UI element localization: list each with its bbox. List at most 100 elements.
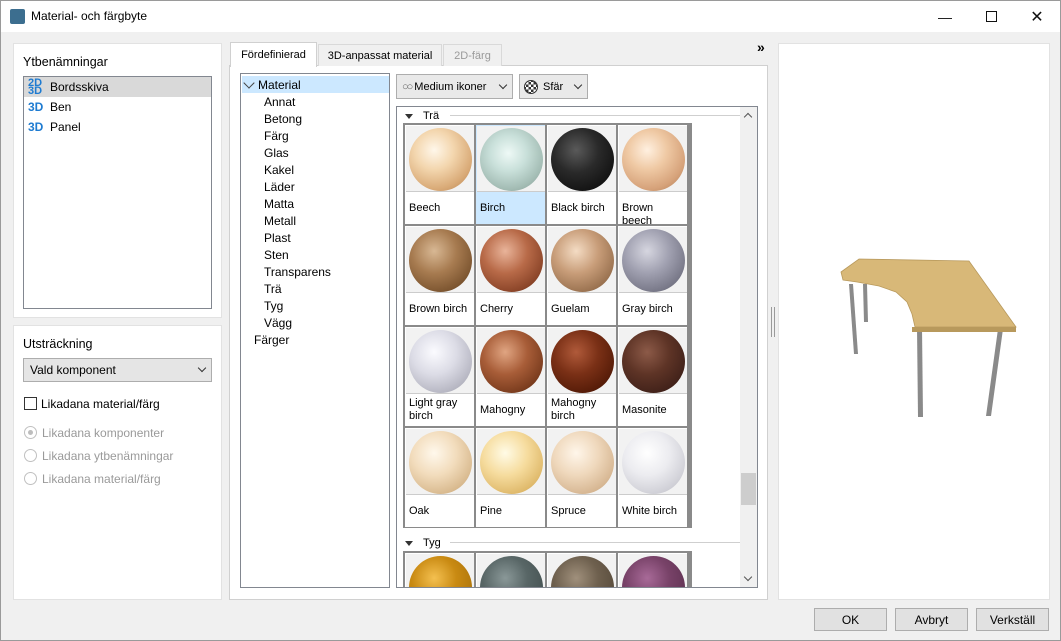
view-size-dropdown[interactable]: ○○ Medium ikoner	[396, 74, 513, 99]
tree-label: Material	[258, 77, 301, 92]
preview-panel[interactable]	[778, 43, 1050, 600]
splitter-handle[interactable]	[771, 307, 775, 337]
tab-3d-custom-material[interactable]: 3D-anpassat material	[318, 44, 442, 66]
radio-same-components-label: Likadana komponenter	[42, 426, 165, 440]
material-swatch[interactable]	[547, 553, 617, 587]
tree-item[interactable]: Kakel	[264, 161, 294, 178]
material-swatch[interactable]: Brown beech	[618, 125, 688, 227]
tree-item[interactable]: Metall	[264, 212, 296, 229]
tree-item[interactable]: Sten	[264, 246, 289, 263]
material-swatch[interactable]: Mahogny	[476, 327, 546, 427]
tree-item[interactable]: Betong	[264, 110, 302, 127]
title-bar: Material- och färgbyte — ✕	[1, 1, 1060, 32]
material-swatch[interactable]: Black birch	[547, 125, 617, 225]
material-swatch[interactable]: Light gray birch	[405, 327, 475, 427]
cancel-button[interactable]: Avbryt	[895, 608, 968, 631]
maximize-button[interactable]	[968, 1, 1014, 32]
scroll-down-icon[interactable]	[743, 572, 753, 582]
material-label: Brown birch	[409, 303, 468, 315]
tree-expand-icon	[243, 76, 255, 89]
tree-item[interactable]: Annat	[264, 93, 295, 110]
group-divider	[450, 542, 747, 543]
pine-sphere	[480, 431, 543, 494]
material-swatch-selected[interactable]: Birch	[476, 125, 546, 225]
radio-same-surfaces[interactable]	[24, 449, 37, 462]
group-header-fabric[interactable]: Tyg	[405, 536, 747, 550]
material-grid: Trä Beech Birch Black birch Brown beech …	[396, 106, 758, 588]
material-swatch[interactable]: Beech	[405, 125, 475, 225]
surface-item-panel[interactable]: 3D Panel	[24, 117, 211, 137]
tree-item[interactable]: Läder	[264, 178, 295, 195]
swatch-thumbnail	[548, 227, 616, 293]
guelam-sphere	[551, 229, 614, 292]
fabric-sphere	[551, 556, 614, 587]
material-swatch[interactable]: Cherry	[476, 226, 546, 326]
material-swatch[interactable]: Guelam	[547, 226, 617, 326]
extent-select[interactable]: Vald komponent	[23, 358, 212, 382]
radio-same-components[interactable]	[24, 426, 37, 439]
tree-item[interactable]: Matta	[264, 195, 294, 212]
extent-select-value: Vald komponent	[30, 363, 116, 377]
app-icon	[10, 9, 25, 24]
ok-button[interactable]: OK	[814, 608, 887, 631]
radio-same-material[interactable]	[24, 472, 37, 485]
tree-item[interactable]: Glas	[264, 144, 289, 161]
surface-item-bordsskiva[interactable]: 2D 3D Bordsskiva	[24, 77, 211, 97]
material-swatch[interactable]: Mahogny birch	[547, 327, 617, 427]
group-divider	[450, 115, 747, 116]
swatch-thumbnail	[477, 554, 545, 587]
shape-dropdown[interactable]: Sfär	[519, 74, 588, 99]
tree-item[interactable]: Trä	[264, 280, 282, 297]
material-swatch[interactable]	[405, 553, 475, 587]
swatch-thumbnail	[406, 554, 474, 587]
material-grid-scrollbar[interactable]	[740, 107, 757, 587]
same-material-checkbox-label: Likadana material/färg	[41, 397, 160, 411]
material-swatch[interactable]: Pine	[476, 428, 546, 528]
beech-sphere	[409, 128, 472, 191]
tree-item-material[interactable]: Material	[242, 76, 389, 93]
surface-item-ben[interactable]: 3D Ben	[24, 97, 211, 117]
tree-item[interactable]: Plast	[264, 229, 291, 246]
material-label: Guelam	[551, 303, 590, 315]
swatch-thumbnail	[477, 328, 545, 394]
collapse-panel-icon[interactable]: »	[757, 39, 765, 55]
material-label: Birch	[480, 202, 506, 214]
apply-button[interactable]: Verkställ	[976, 608, 1049, 631]
scrollbar-thumb[interactable]	[741, 473, 756, 505]
table-top-edge	[912, 327, 1016, 332]
sphere-checker-icon	[524, 79, 538, 94]
material-swatch[interactable]: Gray birch	[618, 226, 688, 326]
tree-item[interactable]: Tyg	[264, 297, 283, 314]
surfaces-list[interactable]: 2D 3D Bordsskiva 3D Ben 3D Panel	[23, 76, 212, 309]
swatch-thumbnail	[548, 554, 616, 587]
swatch-thumbnail	[619, 126, 687, 192]
view-size-label: Medium ikoner	[414, 80, 487, 93]
material-swatch[interactable]: Oak	[405, 428, 475, 528]
material-swatch[interactable]: Brown birch	[405, 226, 475, 326]
surface-label: Panel	[50, 120, 81, 134]
tree-item[interactable]: Vägg	[264, 314, 292, 331]
material-swatch[interactable]	[618, 553, 688, 587]
extent-panel: Utsträckning Vald komponent Likadana mat…	[13, 325, 222, 600]
tree-item[interactable]: Färg	[264, 127, 289, 144]
tab-predefined[interactable]: Fördefinierad	[230, 42, 317, 67]
swatch-thumbnail	[619, 429, 687, 495]
material-label: Beech	[409, 202, 441, 214]
table-leg	[863, 284, 868, 322]
tab-2d-color[interactable]: 2D-färg	[443, 44, 502, 66]
surfaces-panel: Ytbenämningar 2D 3D Bordsskiva 3D Ben 3D …	[13, 43, 222, 318]
brown-birch-sphere	[409, 229, 472, 292]
close-button[interactable]: ✕	[1014, 1, 1060, 32]
radio-same-material-label: Likadana material/färg	[42, 472, 161, 486]
tree-item-colors[interactable]: Färger	[254, 331, 289, 348]
material-swatch[interactable]: Masonite	[618, 327, 688, 427]
scroll-up-icon[interactable]	[743, 112, 753, 122]
material-swatch[interactable]: Spruce	[547, 428, 617, 528]
material-swatch[interactable]	[476, 553, 546, 587]
swatch-thumbnail	[406, 227, 474, 293]
tree-item[interactable]: Transparens	[264, 263, 331, 280]
same-material-checkbox[interactable]	[24, 397, 37, 410]
material-swatch[interactable]: White birch	[618, 428, 688, 528]
minimize-button[interactable]: —	[922, 1, 968, 32]
group-header-wood[interactable]: Trä	[405, 109, 747, 123]
